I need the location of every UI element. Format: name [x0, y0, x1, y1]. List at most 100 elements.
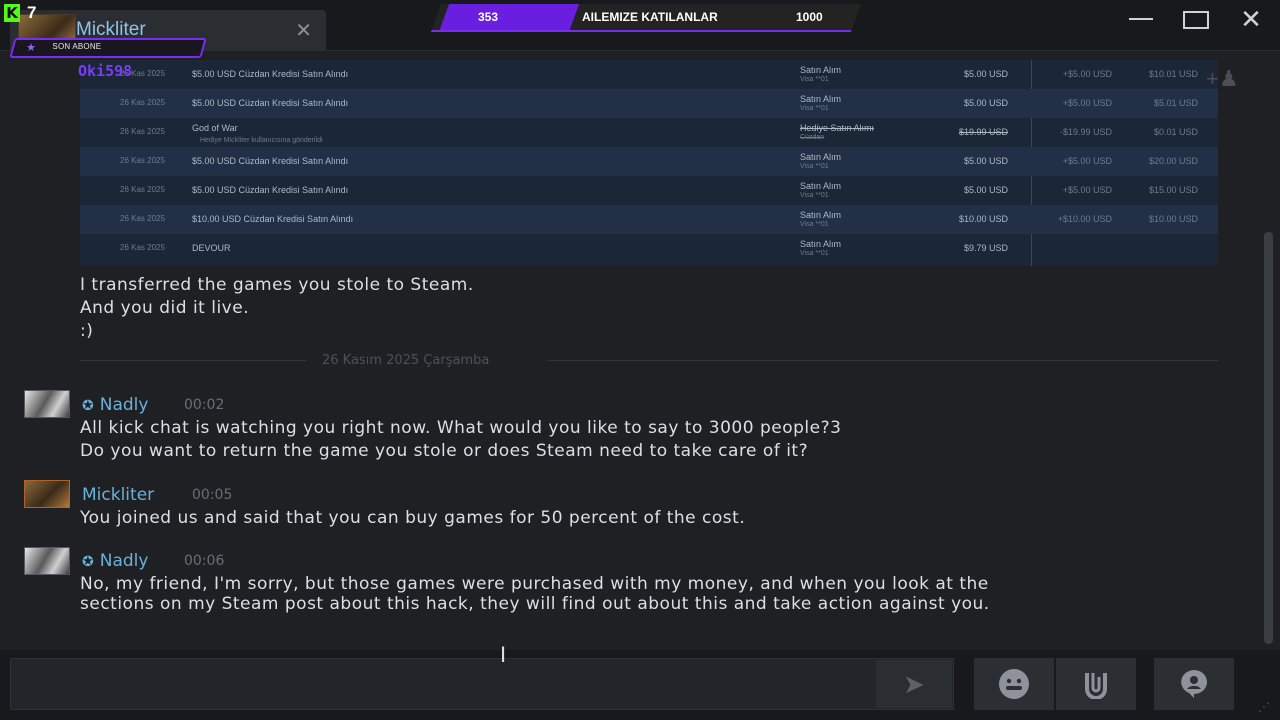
voice-chat-button[interactable]: [1154, 658, 1234, 710]
steam-icon: ✪: [82, 554, 94, 570]
scrollbar-thumb[interactable]: [1264, 232, 1273, 644]
row-change: +$5.00 USD: [1062, 69, 1112, 79]
table-row: 26 Kas 2025 God of War Hediye Mickliter …: [80, 118, 1218, 147]
emoji-button[interactable]: [974, 658, 1054, 710]
message-line: No, my friend, I'm sorry, but those game…: [80, 574, 989, 594]
timestamp: 00:06: [184, 553, 225, 569]
row-balance: $20.00 USD: [1148, 156, 1198, 166]
row-item: $5.00 USD Cüzdan Kredisi Satın Alındı: [192, 69, 349, 79]
add-friend-icon[interactable]: +♟: [1206, 66, 1246, 92]
row-change: +$5.00 USD: [1062, 98, 1112, 108]
resize-grip-icon[interactable]: ⋰: [1258, 700, 1270, 714]
row-type-sub: Visa **01: [800, 105, 829, 112]
avatar[interactable]: [24, 390, 70, 418]
sender-name[interactable]: ✪ Nadly: [82, 395, 148, 415]
attach-icon: [1085, 672, 1107, 700]
table-row: 26 Kas 2025 $5.00 USD Cüzdan Kredisi Sat…: [80, 60, 1218, 89]
row-amount: $5.00 USD: [963, 185, 1008, 195]
row-amount: $19.99 USD: [958, 127, 1008, 137]
purchase-history-image[interactable]: 26 Kas 2025 $5.00 USD Cüzdan Kredisi Sat…: [80, 60, 1218, 266]
row-type: Satın Alım: [800, 181, 842, 191]
sender-name[interactable]: Mickliter: [82, 485, 154, 505]
follower-current: 353: [478, 10, 499, 24]
row-item: God of War: [192, 123, 238, 133]
row-change: -$19.99 USD: [1059, 127, 1112, 137]
row-date: 26 Kas 2025: [120, 185, 165, 194]
sender-name[interactable]: ✪ Nadly: [82, 551, 148, 571]
send-button[interactable]: ➤: [876, 660, 952, 708]
message-line: Do you want to return the game you stole…: [80, 441, 809, 461]
composer-bar: ➤: [0, 650, 1280, 720]
row-change: +$10.00 USD: [1057, 214, 1112, 224]
sender-label: Nadly: [99, 395, 149, 415]
text-cursor-icon: I: [500, 642, 507, 667]
message-line: And you did it live.: [80, 298, 250, 318]
row-amount: $10.00 USD: [958, 214, 1008, 224]
row-type: Satın Alım: [800, 210, 842, 220]
voice-icon: [1181, 669, 1207, 698]
message-line: I transferred the games you stole to Ste…: [80, 275, 474, 295]
message-line: You joined us and said that you can buy …: [80, 508, 746, 528]
date-divider: 26 Kasım 2025 Çarşamba: [322, 353, 490, 368]
message-line: All kick chat is watching you right now.…: [80, 418, 842, 438]
row-type-sub: Visa **01: [800, 221, 829, 228]
row-balance: $10.00 USD: [1148, 214, 1198, 224]
tab-close-icon[interactable]: ✕: [295, 18, 312, 43]
last-sub-label: SON ABONE: [52, 42, 102, 51]
steam-icon: ✪: [82, 398, 94, 414]
row-balance: $15.00 USD: [1148, 185, 1198, 195]
table-row: 26 Kas 2025 $5.00 USD Cüzdan Kredisi Sat…: [80, 147, 1218, 176]
message-input[interactable]: [10, 658, 954, 710]
kick-logo-icon: K: [4, 4, 20, 22]
timestamp: 00:02: [184, 397, 225, 413]
follower-goal-fill: [439, 4, 580, 30]
row-type: Satın Alım: [800, 239, 842, 249]
avatar[interactable]: [24, 547, 70, 575]
row-type-sub: Visa **01: [800, 76, 829, 83]
row-date: 26 Kas 2025: [120, 98, 165, 107]
minimize-button[interactable]: [1124, 8, 1158, 30]
row-amount: $5.00 USD: [963, 69, 1008, 79]
row-item: $10.00 USD Cüzdan Kredisi Satın Alındı: [192, 214, 354, 224]
viewer-count: 7: [27, 3, 37, 22]
table-row: 26 Kas 2025 $5.00 USD Cüzdan Kredisi Sat…: [80, 89, 1218, 118]
table-row: 26 Kas 2025 DEVOUR Satın Alım Visa **01 …: [80, 234, 1218, 263]
row-date: 26 Kas 2025: [120, 127, 165, 136]
row-balance: $10.01 USD: [1148, 69, 1198, 79]
row-item: $5.00 USD Cüzdan Kredisi Satın Alındı: [192, 185, 349, 195]
row-item-sub: Hediye Mickliter kullanıcısına gönderild…: [200, 137, 323, 144]
table-row: 26 Kas 2025 $5.00 USD Cüzdan Kredisi Sat…: [80, 176, 1218, 205]
row-type-sub: Visa **01: [800, 163, 829, 170]
row-type: Hediye Satın Alımı: [800, 123, 875, 133]
row-type-sub: Visa **01: [800, 250, 829, 257]
maximize-button[interactable]: [1178, 8, 1212, 30]
row-item: DEVOUR: [192, 243, 231, 253]
row-date: 26 Kas 2025: [120, 243, 165, 252]
close-window-button[interactable]: ✕: [1234, 6, 1268, 32]
date-divider-line: [548, 360, 1218, 361]
row-item: $5.00 USD Cüzdan Kredisi Satın Alındı: [192, 98, 349, 108]
timestamp: 00:05: [192, 487, 233, 503]
row-date: 26 Kas 2025: [120, 156, 165, 165]
message-line: sections on my Steam post about this hac…: [80, 594, 990, 614]
follower-goal-title: AILEMIZE KATILANLAR: [582, 10, 718, 24]
minimize-icon: [1129, 18, 1153, 20]
row-amount: $9.79 USD: [963, 243, 1008, 253]
table-row: 26 Kas 2025 $10.00 USD Cüzdan Kredisi Sa…: [80, 205, 1218, 234]
row-balance: $5.01 USD: [1153, 98, 1198, 108]
title-bar: Mickliter ✕ K 7 ★ SON ABONE 353 AILEMIZE…: [0, 0, 1280, 58]
avatar[interactable]: [24, 480, 70, 508]
sender-label: Nadly: [99, 551, 149, 571]
send-icon: ➤: [903, 669, 925, 699]
emoji-icon: [999, 668, 1029, 699]
follower-goal: 1000: [796, 10, 823, 24]
row-change: +$5.00 USD: [1062, 185, 1112, 195]
row-type-sub: Cüzdan: [800, 134, 825, 141]
row-type: Satın Alım: [800, 65, 842, 75]
row-type-sub: Visa **01: [800, 192, 829, 199]
message-line: :): [80, 321, 94, 341]
row-type: Satın Alım: [800, 94, 842, 104]
row-type: Satın Alım: [800, 152, 842, 162]
attach-button[interactable]: [1056, 658, 1136, 710]
maximize-icon: [1183, 11, 1209, 29]
